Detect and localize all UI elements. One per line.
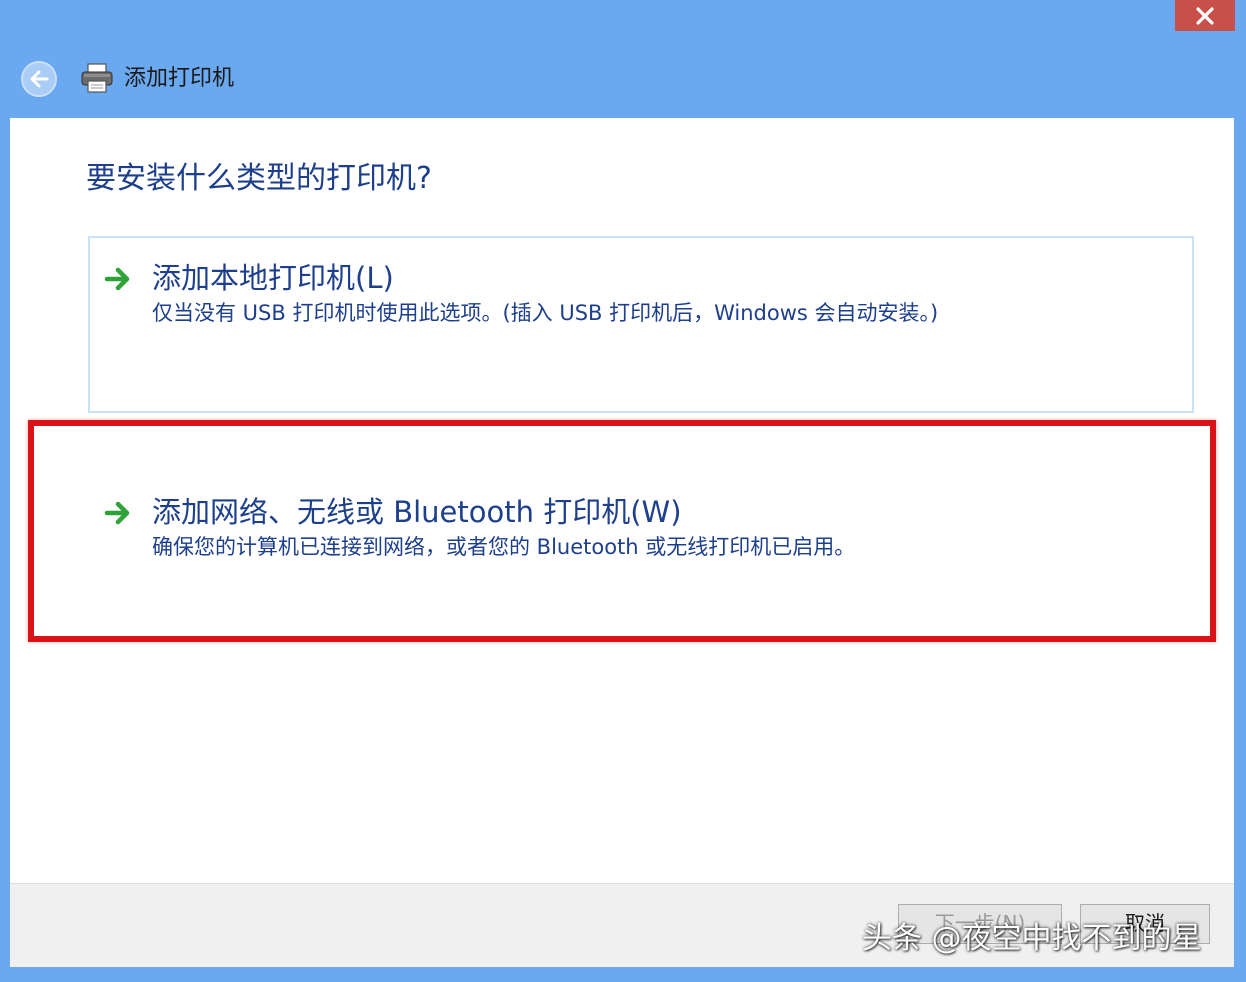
content-area: 要安装什么类型的打印机? 添加本地打印机(L) 仅当没有 USB 打印机时使用此… (10, 118, 1234, 883)
green-arrow-icon (104, 501, 130, 525)
watermark-text: 头条 @夜空中找不到的星 (862, 921, 1202, 956)
window-title: 添加打印机 (124, 66, 235, 91)
option-description: 确保您的计算机已连接到网络，或者您的 Bluetooth 或无线打印机已启用。 (152, 535, 856, 559)
printer-icon (81, 63, 113, 93)
back-arrow-icon (30, 70, 49, 88)
back-button[interactable] (21, 61, 57, 97)
close-button[interactable] (1175, 0, 1235, 31)
window-frame: 添加打印机 要安装什么类型的打印机? 添加本地打印机(L) 仅当没有 USB 打… (0, 0, 1246, 982)
option-add-network-printer[interactable]: 添加网络、无线或 Bluetooth 打印机(W) 确保您的计算机已连接到网络，… (28, 420, 1216, 642)
option-add-local-printer[interactable]: 添加本地打印机(L) 仅当没有 USB 打印机时使用此选项。(插入 USB 打印… (88, 236, 1194, 413)
green-arrow-icon (104, 267, 130, 291)
page-heading: 要安装什么类型的打印机? (86, 161, 432, 196)
close-icon (1196, 6, 1214, 25)
option-title: 添加本地打印机(L) (152, 261, 394, 295)
option-description: 仅当没有 USB 打印机时使用此选项。(插入 USB 打印机后，Windows … (152, 301, 939, 325)
option-title: 添加网络、无线或 Bluetooth 打印机(W) (152, 495, 682, 529)
